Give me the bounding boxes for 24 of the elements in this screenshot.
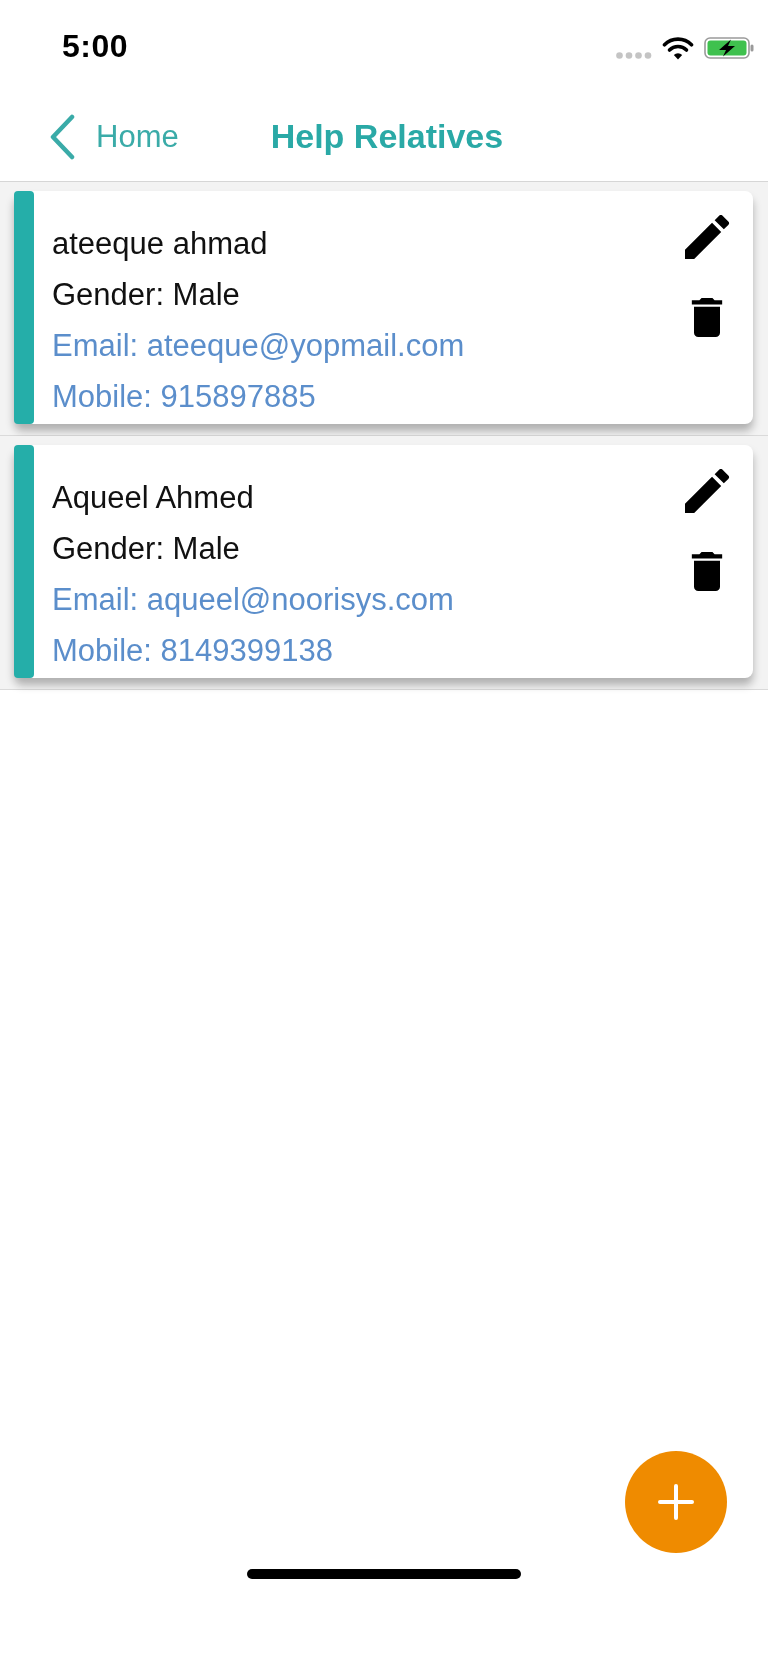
trash-icon [691,298,723,337]
delete-button[interactable] [691,552,723,591]
pencil-icon [684,215,730,259]
mobile-text: Mobile: 8149399138 [52,632,333,670]
email-text: Email: aqueel@noorisys.com [52,581,454,619]
wifi-icon [662,36,694,60]
battery-charging-icon [704,37,754,59]
email-text: Email: ateeque@yopmail.com [52,327,465,365]
gender-text: Gender: Male [52,276,240,314]
signal-icon [616,51,652,59]
relative-name: Aqueel Ahmed [52,479,254,517]
mobile-text: Mobile: 915897885 [52,378,316,416]
gender-text: Gender: Male [52,530,240,568]
pencil-icon [684,469,730,513]
delete-button[interactable] [691,298,723,337]
trash-icon [691,552,723,591]
page-title: Help Relatives [270,117,504,156]
relative-name: ateeque ahmad [52,225,268,263]
edit-button[interactable] [684,469,730,513]
plus-icon [658,1484,694,1520]
edit-button[interactable] [684,215,730,259]
back-button[interactable]: Home [48,113,179,160]
status-time: 5:00 [62,27,129,65]
chevron-left-icon [48,113,76,160]
